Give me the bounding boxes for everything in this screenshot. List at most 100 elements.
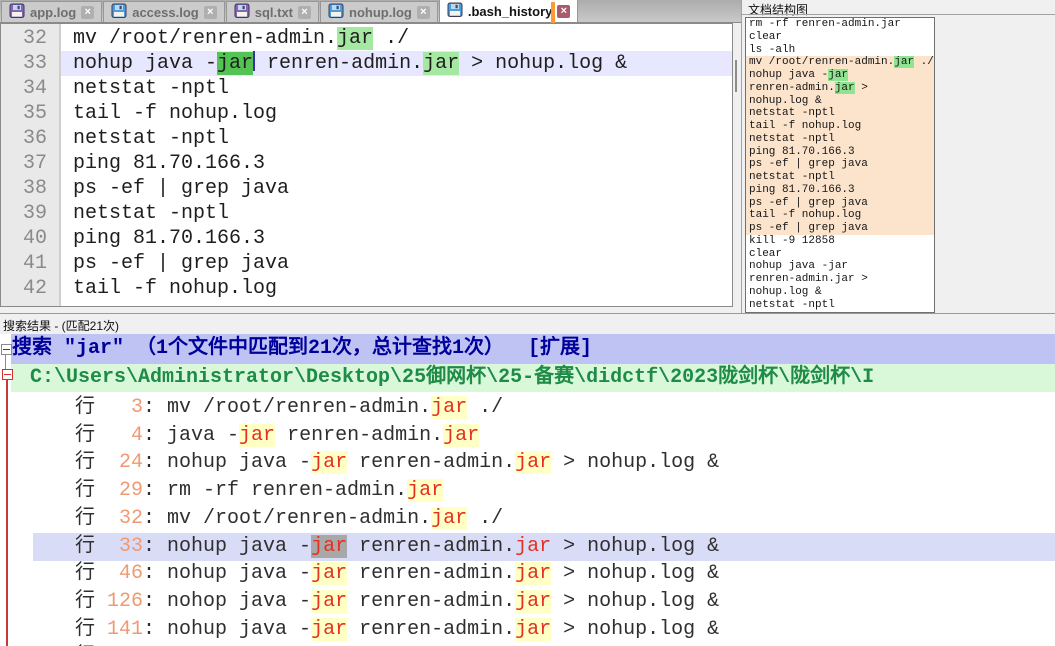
match-highlight: jar — [423, 52, 460, 75]
match-highlight: jar — [515, 617, 552, 641]
docmap-line[interactable]: clear — [746, 31, 934, 44]
result-row-label: 行 — [75, 534, 95, 558]
close-icon[interactable]: × — [416, 5, 430, 19]
search-result-row-line-3[interactable]: 行 3: mv /root/renren-admin.jar ./ — [0, 394, 1055, 422]
editor-code-text: netstat -nptl — [73, 77, 230, 100]
match-highlight: jar — [515, 562, 552, 586]
docmap-line[interactable]: tail -f nohup.log — [746, 209, 934, 222]
result-text: nohup java -jar renren-admin.jar > nohup… — [167, 617, 720, 641]
search-result-row-line-32[interactable]: 行 32: mv /root/renren-admin.jar ./ — [0, 505, 1055, 533]
docmap-title: 文档结构图 — [748, 3, 809, 17]
docmap-line[interactable]: nohup java -jar — [746, 69, 934, 82]
editor-code-text: ping 81.70.166.3 — [73, 227, 266, 250]
search-result-row-line-29[interactable]: 行 29: rm -rf renren-admin.jar — [0, 477, 1055, 505]
collapse-minus-icon-file[interactable] — [2, 369, 13, 380]
match-highlight: jar — [311, 562, 348, 586]
result-line-number: 46 — [95, 562, 144, 586]
panel-splitter[interactable] — [0, 313, 1055, 314]
docmap-line[interactable]: kill -9 12858 — [746, 235, 934, 248]
result-line-number: 24 — [95, 451, 144, 475]
editor-code-text: nohup java -jar renren-admin.jar > nohup… — [73, 51, 628, 75]
editor-line: 32 mv /root/renren-admin.jar ./ — [1, 26, 732, 51]
docmap-line[interactable]: netstat -nptl — [746, 132, 934, 146]
tab-label: sql.txt — [254, 4, 294, 20]
docmap-line[interactable]: ping 81.70.166.3 — [746, 183, 934, 197]
match-highlight: jar — [834, 81, 855, 94]
match-highlight: jar — [311, 589, 348, 613]
search-result-row-line-33[interactable]: 行 33: nohup java -jar renren-admin.jar >… — [0, 532, 1055, 561]
docmap-line[interactable]: mv /root/renren-admin.jar ./ — [746, 56, 934, 69]
editor-line-number: 38 — [22, 177, 47, 200]
match-highlight: jar — [443, 423, 480, 447]
docmap-line[interactable]: clear — [746, 248, 934, 261]
docmap-line[interactable]: rm -rf renren-admin.jar — [746, 18, 934, 31]
editor-line-number: 40 — [22, 227, 47, 250]
editor-line-number: 37 — [22, 152, 47, 175]
result-line-number: 29 — [95, 479, 144, 503]
result-row-label: 行 — [75, 617, 95, 641]
floppy-icon-blue — [328, 3, 344, 22]
editor-code-text: netstat -nptl — [73, 127, 230, 150]
docmap-line[interactable]: ping 81.70.166.3 — [746, 145, 934, 159]
docmap-line[interactable]: ls -alh — [746, 44, 934, 57]
editor-line: 40 ping 81.70.166.3 — [1, 226, 732, 251]
result-line-number: 141 — [95, 617, 144, 641]
match-highlight: jar — [515, 589, 552, 613]
search-header-text[interactable]: 搜索 "jar" （1个文件中匹配到21次，总计查找1次） [扩展] — [12, 334, 592, 364]
result-line-number: 4 — [95, 423, 144, 447]
search-result-row-line-4[interactable]: 行 4: java -jar renren-admin.jar — [0, 422, 1055, 450]
editor-line-number: 36 — [22, 127, 47, 150]
editor-scrollbar-thumb[interactable] — [735, 60, 737, 92]
docmap-line[interactable]: tail -f nohup.log — [746, 120, 934, 133]
tab-sql-txt[interactable]: sql.txt × — [225, 1, 320, 22]
docmap-line[interactable]: ps -ef | grep java — [746, 196, 934, 210]
docmap-line[interactable]: netstat -nptl — [746, 299, 934, 312]
editor-line: 39 netstat -nptl — [1, 201, 732, 226]
docmap-line[interactable]: ps -ef | grep java — [746, 158, 934, 171]
docmap-line[interactable]: netstat -nptl — [746, 107, 934, 120]
result-text: nohup java -jar renren-admin.jar > nohup… — [167, 451, 720, 475]
docmap-line[interactable]: nohup.log & — [746, 94, 934, 108]
result-row-label: 行 — [75, 396, 95, 419]
editor-line: 34 netstat -nptl — [1, 76, 732, 101]
document-map[interactable]: rm -rf renren-admin.jar clear ls -alh mv /r… — [745, 17, 935, 313]
match-highlight: jar — [407, 479, 444, 503]
close-icon[interactable]: × — [298, 5, 312, 19]
result-line-number: 3 — [95, 396, 144, 419]
close-icon[interactable]: × — [81, 5, 95, 19]
tab-bar: app.log × access.log × sql.txt × nohup.log ×… — [0, 0, 741, 23]
close-icon[interactable]: × — [203, 5, 217, 19]
docmap-line[interactable]: ps -ef | grep java — [746, 222, 934, 235]
docmap-line[interactable]: netstat -nptl — [746, 171, 934, 184]
text-caret — [253, 51, 256, 71]
docmap-line[interactable]: nohup java -jar — [746, 260, 934, 273]
editor-line-number: 32 — [22, 27, 47, 50]
tab-bash-history[interactable]: .bash_history × — [438, 0, 579, 22]
tab-access-log[interactable]: access.log × — [103, 1, 225, 22]
match-highlight: jar — [217, 52, 254, 75]
docmap-line[interactable]: renren-admin.jar > — [746, 81, 934, 95]
match-highlight: jar — [431, 396, 468, 419]
editor-line-number: 42 — [22, 277, 47, 300]
close-icon[interactable]: × — [557, 4, 571, 18]
notepadpp-window: app.log × access.log × sql.txt × nohup.log ×… — [0, 0, 1055, 646]
tab-label: .bash_history — [467, 3, 553, 19]
search-result-row-line-141[interactable]: 行 141: nohup java -jar renren-admin.jar … — [0, 616, 1055, 644]
search-result-row-line-126[interactable]: 行 126: nohop java -jar renren-admin.jar … — [0, 588, 1055, 616]
result-text: mv /root/renren-admin.jar ./ — [167, 396, 504, 419]
search-result-row-line-46[interactable]: 行 46: nohup java -jar renren-admin.jar >… — [0, 560, 1055, 588]
collapse-minus-icon[interactable] — [1, 344, 12, 355]
search-results-body: 搜索 "jar" （1个文件中匹配到21次，总计查找1次） [扩展] C:\Us… — [0, 334, 1055, 646]
editor-line: 38 ps -ef | grep java — [1, 176, 732, 201]
panel-divider — [741, 0, 742, 314]
docmap-line[interactable]: nohup.log & — [746, 286, 934, 299]
result-line-number: 126 — [95, 589, 144, 613]
match-highlight: jar — [311, 451, 348, 475]
search-result-row-line-24[interactable]: 行 24: nohup java -jar renren-admin.jar >… — [0, 449, 1055, 477]
tab-nohup-log[interactable]: nohup.log × — [320, 1, 438, 22]
result-row-label: 行 — [75, 506, 95, 530]
docmap-line[interactable]: renren-admin.jar > — [746, 273, 934, 286]
editor-surface[interactable]: 32 mv /root/renren-admin.jar ./ 33 nohup ja… — [0, 23, 733, 307]
search-file-path[interactable]: C:\Users\Administrator\Desktop\25御网杯\25-… — [30, 364, 874, 392]
tab-app-log[interactable]: app.log × — [1, 1, 103, 22]
